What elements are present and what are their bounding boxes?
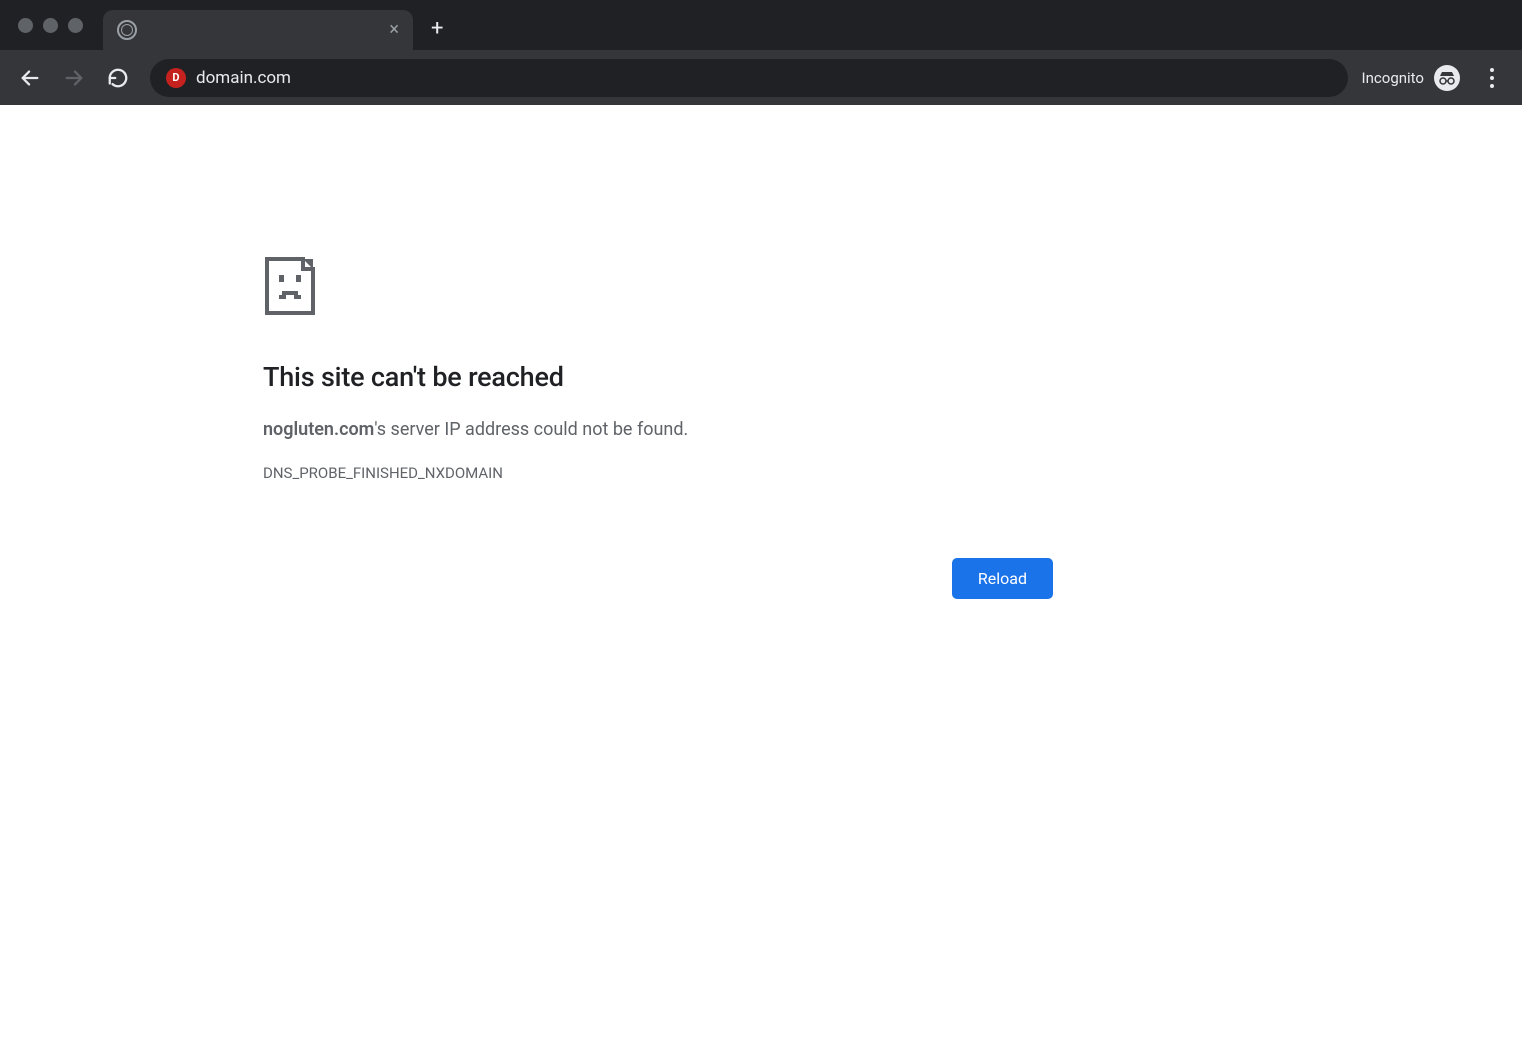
browser-chrome: × + D domain.com Incognito (0, 0, 1522, 105)
spy-icon (1438, 71, 1456, 85)
new-tab-button[interactable]: + (431, 18, 443, 40)
site-favicon-icon: D (166, 68, 186, 88)
window-controls (18, 18, 83, 33)
back-button[interactable] (12, 60, 48, 96)
error-description: nogluten.com's server IP address could n… (263, 419, 1522, 440)
incognito-indicator: Incognito (1362, 65, 1460, 91)
address-bar[interactable]: D domain.com (150, 59, 1348, 97)
window-minimize-button[interactable] (43, 18, 58, 33)
reload-icon (107, 67, 129, 89)
window-close-button[interactable] (18, 18, 33, 33)
incognito-label: Incognito (1362, 69, 1424, 87)
globe-icon (117, 20, 137, 40)
error-page: This site can't be reached nogluten.com'… (0, 105, 1522, 599)
forward-button[interactable] (56, 60, 92, 96)
close-tab-icon[interactable]: × (389, 21, 399, 39)
menu-dots-icon (1490, 68, 1494, 72)
reload-button[interactable]: Reload (952, 558, 1053, 599)
incognito-icon[interactable] (1434, 65, 1460, 91)
error-title: This site can't be reached (263, 361, 1522, 393)
browser-tab[interactable]: × (103, 10, 413, 50)
sad-page-icon (263, 255, 1522, 321)
toolbar: D domain.com Incognito (0, 50, 1522, 105)
menu-button[interactable] (1474, 60, 1510, 96)
arrow-left-icon (19, 67, 41, 89)
error-description-suffix: 's server IP address could not be found. (374, 419, 688, 440)
url-text: domain.com (196, 68, 291, 88)
window-maximize-button[interactable] (68, 18, 83, 33)
reload-nav-button[interactable] (100, 60, 136, 96)
arrow-right-icon (63, 67, 85, 89)
tab-strip: × + (0, 0, 1522, 50)
reload-section: Reload (263, 558, 1053, 599)
error-code: DNS_PROBE_FINISHED_NXDOMAIN (263, 464, 1522, 482)
error-domain: nogluten.com (263, 419, 374, 440)
